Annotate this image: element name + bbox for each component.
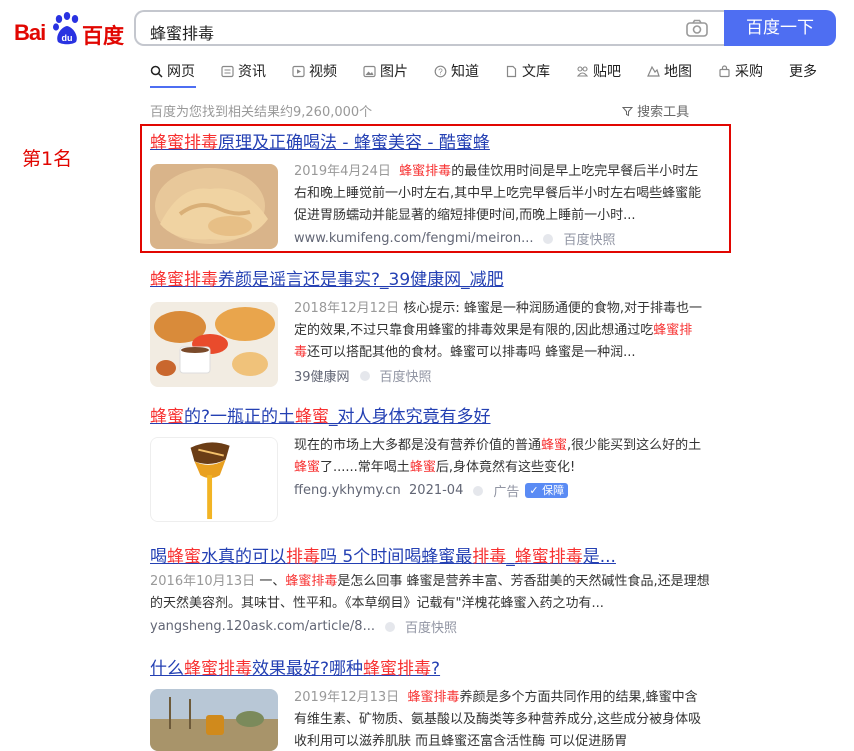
- tab-label: 文库: [522, 64, 550, 80]
- tab-label: 视频: [309, 64, 337, 80]
- tab-label: 资讯: [238, 64, 266, 80]
- result-count: 百度为您找到相关结果约9,260,000个: [150, 105, 373, 120]
- tab-shop[interactable]: 采购: [718, 60, 763, 82]
- result-item: 蜂蜜排毒原理及正确喝法 - 蜂蜜美容 - 酷蜜蜂 2019年4月24日 蜂蜜排毒…: [150, 128, 720, 253]
- shield-check-icon: ✓: [529, 484, 539, 497]
- tab-label: 图片: [380, 64, 408, 80]
- baidu-logo[interactable]: Bai du 百度: [14, 10, 124, 48]
- tab-zhidao[interactable]: ? 知道: [434, 60, 479, 82]
- tab-web[interactable]: 网页: [150, 60, 195, 82]
- tab-label: 采购: [735, 64, 763, 80]
- map-icon: [647, 65, 660, 77]
- result-snippet: 现在的市场上大多都是没有营养价值的普通蜂蜜,很少能买到这么好的土蜂蜜了.....…: [294, 438, 702, 475]
- tab-wenku[interactable]: 文库: [505, 60, 550, 82]
- search-tools-button[interactable]: 搜索工具: [621, 101, 690, 120]
- search-tools-label: 搜索工具: [637, 105, 690, 120]
- search-input[interactable]: 蜂蜜排毒: [134, 10, 724, 46]
- cache-link[interactable]: 百度快照: [380, 366, 432, 385]
- filter-icon: [621, 107, 634, 117]
- ad-label: 广告: [493, 485, 520, 500]
- result-meta: ffeng.ykhymy.cn 2021-04 广告 ✓ 保障: [294, 481, 714, 500]
- result-snippet: 2018年12月12日 核心提示: 蜂蜜是一种润肠通便的食物,对于排毒也一定的效…: [294, 301, 702, 360]
- result-meta: yangsheng.120ask.com/article/8... 百度快照: [150, 617, 710, 636]
- vertical-tabs: 网页 资讯 视频 图片 ? 知道 文库 贴吧 地图 采购 更多: [150, 60, 843, 82]
- camera-icon[interactable]: [686, 19, 708, 37]
- result-meta: 39健康网 百度快照: [294, 366, 704, 385]
- result-title-link[interactable]: 蜂蜜排毒养颜是谣言还是事实?_39健康网_减肥: [150, 265, 720, 290]
- result-title-link[interactable]: 喝蜂蜜水真的可以排毒吗 5个时间喝蜂蜜最排毒_蜂蜜排毒是...: [150, 542, 710, 567]
- dropdown-icon[interactable]: [384, 621, 395, 632]
- dropdown-icon[interactable]: [359, 370, 370, 381]
- result-source[interactable]: 39健康网: [294, 366, 350, 385]
- rank-annotation: 第1名: [22, 148, 73, 170]
- guarantee-badge[interactable]: ✓ 保障: [525, 483, 569, 498]
- result-source[interactable]: ffeng.ykhymy.cn: [294, 483, 401, 498]
- news-icon: [221, 65, 234, 77]
- result-title-link[interactable]: 蜂蜜排毒原理及正确喝法 - 蜂蜜美容 - 酷蜜蜂: [150, 128, 720, 153]
- search-query: 蜂蜜排毒: [150, 24, 215, 43]
- cache-link[interactable]: 百度快照: [563, 229, 615, 248]
- result-meta: www.kumifeng.com/fengmi/meiron... 百度快照: [294, 229, 704, 248]
- result-item: 蜂蜜排毒养颜是谣言还是事实?_39健康网_减肥 2018年12月12日 核心提示…: [150, 265, 720, 390]
- search-icon: [150, 65, 163, 78]
- tab-label: 网页: [167, 64, 195, 80]
- result-thumbnail[interactable]: [150, 302, 278, 387]
- tab-tieba[interactable]: 贴吧: [576, 60, 621, 82]
- result-thumbnail[interactable]: [150, 437, 278, 522]
- tab-label: 地图: [664, 64, 692, 80]
- active-tab-underline: [150, 86, 196, 88]
- result-date: 2021-04: [409, 483, 464, 498]
- result-snippet: 2016年10月13日 一、蜂蜜排毒是怎么回事 蜂蜜是营养丰富、芳香甜美的天然碱…: [150, 574, 710, 611]
- dropdown-icon[interactable]: [473, 485, 484, 496]
- tab-label: 更多: [789, 64, 817, 80]
- question-icon: ?: [434, 65, 447, 77]
- dropdown-icon[interactable]: [543, 233, 554, 244]
- image-icon: [363, 65, 376, 77]
- tab-image[interactable]: 图片: [363, 60, 408, 82]
- document-icon: [506, 65, 517, 77]
- logo-text-baidu: 百度: [82, 24, 124, 48]
- video-icon: [292, 65, 305, 77]
- svg-text:?: ?: [438, 67, 443, 76]
- logo-text-bai: Bai: [14, 20, 46, 45]
- shop-icon: [719, 64, 730, 77]
- tieba-icon: [576, 65, 589, 77]
- result-item: 喝蜂蜜水真的可以排毒吗 5个时间喝蜂蜜最排毒_蜂蜜排毒是... 2016年10月…: [150, 542, 710, 636]
- result-source[interactable]: yangsheng.120ask.com/article/8...: [150, 619, 375, 634]
- logo-text-du: du: [62, 33, 73, 43]
- tab-video[interactable]: 视频: [292, 60, 337, 82]
- result-title-link[interactable]: 什么蜂蜜排毒效果最好?哪种蜂蜜排毒?: [150, 654, 720, 679]
- search-button[interactable]: 百度一下: [724, 10, 836, 46]
- cache-link[interactable]: 百度快照: [405, 617, 457, 636]
- result-source[interactable]: www.kumifeng.com/fengmi/meiron...: [294, 231, 533, 246]
- result-thumbnail[interactable]: [150, 164, 278, 249]
- result-snippet: 2019年4月24日 蜂蜜排毒的最佳饮用时间是早上吃完早餐后半小时左右和晚上睡觉…: [294, 164, 702, 223]
- result-title-link[interactable]: 蜂蜜的?一瓶正的土蜂蜜_对人身体究竟有多好: [150, 402, 720, 427]
- tab-news[interactable]: 资讯: [221, 60, 266, 82]
- tab-map[interactable]: 地图: [647, 60, 692, 82]
- paw-logo-icon: du: [53, 12, 79, 45]
- result-item: 什么蜂蜜排毒效果最好?哪种蜂蜜排毒? 2019年12月13日 蜂蜜排毒养颜是多个…: [150, 654, 720, 751]
- tab-more[interactable]: 更多: [789, 60, 817, 82]
- tab-label: 知道: [451, 64, 479, 80]
- tab-label: 贴吧: [593, 64, 621, 80]
- result-thumbnail[interactable]: [150, 689, 278, 751]
- result-snippet: 2019年12月13日 蜂蜜排毒养颜是多个方面共同作用的结果,蜂蜜中含有维生素、…: [294, 690, 702, 747]
- result-item-ad: 蜂蜜的?一瓶正的土蜂蜜_对人身体究竟有多好 现在的市场上大多都是没有营养价值的普…: [150, 402, 720, 527]
